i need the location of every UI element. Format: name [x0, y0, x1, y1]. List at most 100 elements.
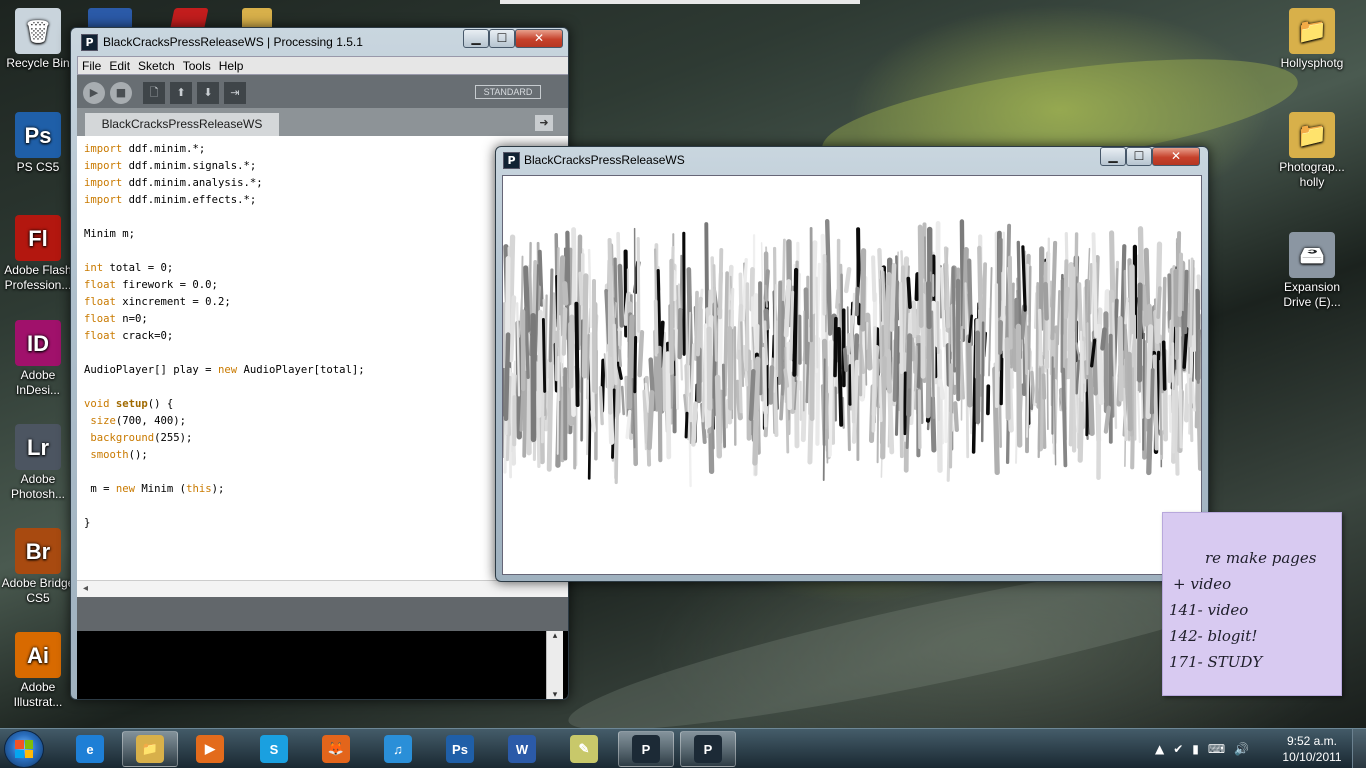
taskbar-processing-1-button[interactable]: P [618, 731, 674, 767]
taskbar-ie-button[interactable]: e [62, 731, 118, 767]
crack-stroke [620, 385, 625, 416]
scroll-down-icon[interactable]: ▾ [547, 690, 563, 699]
volume-icon[interactable]: 🔊 [1234, 742, 1249, 756]
crack-stroke [1183, 269, 1189, 335]
crack-stroke [581, 273, 589, 379]
desktop-icon-adobe-illustrat[interactable]: Ai Adobe Illustrat... [0, 632, 76, 710]
crack-stroke [1030, 370, 1036, 406]
editor-close-button[interactable]: ✕ [515, 29, 563, 48]
console-scrollbar[interactable]: ▴ ▾ [546, 631, 563, 699]
desktop-icon-adobe-indesi[interactable]: ID Adobe InDesi... [0, 320, 76, 398]
desktop-icon-adobe-photosh[interactable]: Lr Adobe Photosh... [0, 424, 76, 502]
stop-button[interactable]: ■ [110, 82, 132, 104]
cracks-drawing [503, 219, 1201, 488]
show-desktop-button[interactable] [1352, 729, 1366, 768]
ps-cs5-icon: Ps [15, 112, 61, 158]
taskbar-itunes-button[interactable]: ♫ [370, 731, 426, 767]
code-token: ddf.minim.signals.*; [122, 160, 257, 172]
sketch-maximize-button[interactable]: ☐ [1126, 147, 1152, 166]
sketch-canvas[interactable] [502, 175, 1202, 575]
clock-date: 10/10/2011 [1282, 750, 1342, 764]
windows-logo-icon [15, 740, 33, 758]
network-icon[interactable]: ⌨ [1208, 742, 1225, 756]
desktop-icon-hollysphotg[interactable]: 📁 Hollysphotg [1274, 8, 1350, 71]
code-line: m = new Minim (this); [84, 481, 365, 498]
menu-tools[interactable]: Tools [179, 57, 215, 75]
editor-titlebar[interactable]: P BlackCracksPressReleaseWS | Processing… [71, 28, 568, 56]
action-center-icon[interactable]: ✔ [1173, 742, 1183, 756]
crack-stroke [508, 295, 517, 363]
export-button[interactable]: ⇥ [224, 82, 246, 104]
crack-stroke [1171, 342, 1175, 454]
word-icon: W [508, 735, 536, 763]
code-line: int total = 0; [84, 260, 365, 277]
code-keyword: setup [115, 398, 148, 410]
sketch-output-window[interactable]: P BlackCracksPressReleaseWS ▁ ☐ ✕ [495, 146, 1209, 582]
crack-stroke [556, 355, 560, 455]
taskbar-processing-2-button[interactable]: P [680, 731, 736, 767]
desktop-icon-recycle-bin[interactable]: 🗑 Recycle Bin [0, 8, 76, 71]
desktop-icon-label: Recycle Bin [6, 56, 70, 70]
sketch-titlebar[interactable]: P BlackCracksPressReleaseWS ▁ ☐ ✕ [496, 147, 1208, 175]
sticky-note[interactable]: re make pages + video 141- video 142- blogi… [1162, 512, 1342, 696]
crack-stroke [1091, 232, 1099, 339]
crack-stroke [1126, 351, 1133, 432]
taskbar-skype-button[interactable]: S [246, 731, 302, 767]
mode-selector[interactable]: STANDARD [475, 85, 541, 99]
scroll-up-icon[interactable]: ▴ [547, 631, 563, 641]
clock[interactable]: 9:52 a.m. 10/10/2011 [1280, 733, 1344, 765]
taskbar-sticky-button[interactable]: ✎ [556, 731, 612, 767]
crack-stroke [674, 328, 680, 410]
tab-menu-arrow-icon[interactable]: ➜ [535, 115, 553, 131]
crack-stroke [843, 266, 852, 294]
battery-icon[interactable]: ▮ [1192, 742, 1199, 756]
code-token: n=0; [115, 313, 148, 325]
crack-stroke [636, 236, 641, 333]
crack-stroke [916, 343, 922, 389]
desktop-icon-ps-cs5[interactable]: Ps PS CS5 [0, 112, 76, 175]
new-sketch-button[interactable]: 🗋 [143, 82, 165, 104]
code-token: ddf.minim.effects.*; [122, 194, 257, 206]
taskbar-photoshop-button[interactable]: Ps [432, 731, 488, 767]
crack-stroke [926, 280, 932, 330]
taskbar-word-button[interactable]: W [494, 731, 550, 767]
show-hidden-icons[interactable]: ▲ [1155, 742, 1164, 756]
horizontal-scrollbar[interactable]: ◂ [77, 580, 568, 597]
adobe-indesi-icon: ID [15, 320, 61, 366]
desktop-icon-adobe-bridge-cs5[interactable]: Br Adobe Bridge CS5 [0, 528, 76, 606]
sticky-note-line: 142- blogit! [1169, 627, 1258, 645]
tab-blackcrackspressreleasews[interactable]: BlackCracksPressReleaseWS [85, 113, 279, 136]
open-sketch-button[interactable]: ⬆ [170, 82, 192, 104]
ie-icon: e [76, 735, 104, 763]
start-button[interactable] [4, 730, 44, 768]
crack-stroke [1015, 323, 1023, 448]
sketch-close-button[interactable]: ✕ [1152, 147, 1200, 166]
taskbar-media-button[interactable]: ▶ [182, 731, 238, 767]
menu-edit[interactable]: Edit [105, 57, 134, 75]
taskbar-explorer-button[interactable]: 📁 [122, 731, 178, 767]
console-output[interactable]: ▴ ▾ [77, 631, 568, 699]
sketch-minimize-button[interactable]: ▁ [1100, 147, 1126, 166]
crack-stroke [721, 363, 727, 448]
crack-stroke [789, 290, 795, 361]
editor-minimize-button[interactable]: ▁ [463, 29, 489, 48]
desktop-icon-expansion-drive-e[interactable]: 🖴 Expansion Drive (E)... [1274, 232, 1350, 310]
run-button[interactable]: ▶ [83, 82, 105, 104]
editor-maximize-button[interactable]: ☐ [489, 29, 515, 48]
desktop-icon-photograp-holly[interactable]: 📁 Photograp... holly [1274, 112, 1350, 190]
code-keyword: size [90, 415, 116, 427]
crack-stroke [656, 268, 662, 360]
crack-stroke [876, 358, 880, 464]
menu-file[interactable]: File [78, 57, 105, 75]
code-token: AudioPlayer[] play = [84, 364, 218, 376]
menu-help[interactable]: Help [215, 57, 248, 75]
menu-sketch[interactable]: Sketch [134, 57, 179, 75]
adobe-illustrat-icon: Ai [15, 632, 61, 678]
sticky-note-line: 141- video [1169, 601, 1249, 619]
save-sketch-button[interactable]: ⬇ [197, 82, 219, 104]
crack-stroke [1083, 360, 1088, 380]
desktop-icon-adobe-flash-profession[interactable]: Fl Adobe Flash Profession... [0, 215, 76, 293]
code-text[interactable]: import ddf.minim.*; import ddf.minim.sign… [84, 141, 365, 532]
crack-stroke [836, 327, 844, 427]
taskbar-firefox-button[interactable]: 🦊 [308, 731, 364, 767]
